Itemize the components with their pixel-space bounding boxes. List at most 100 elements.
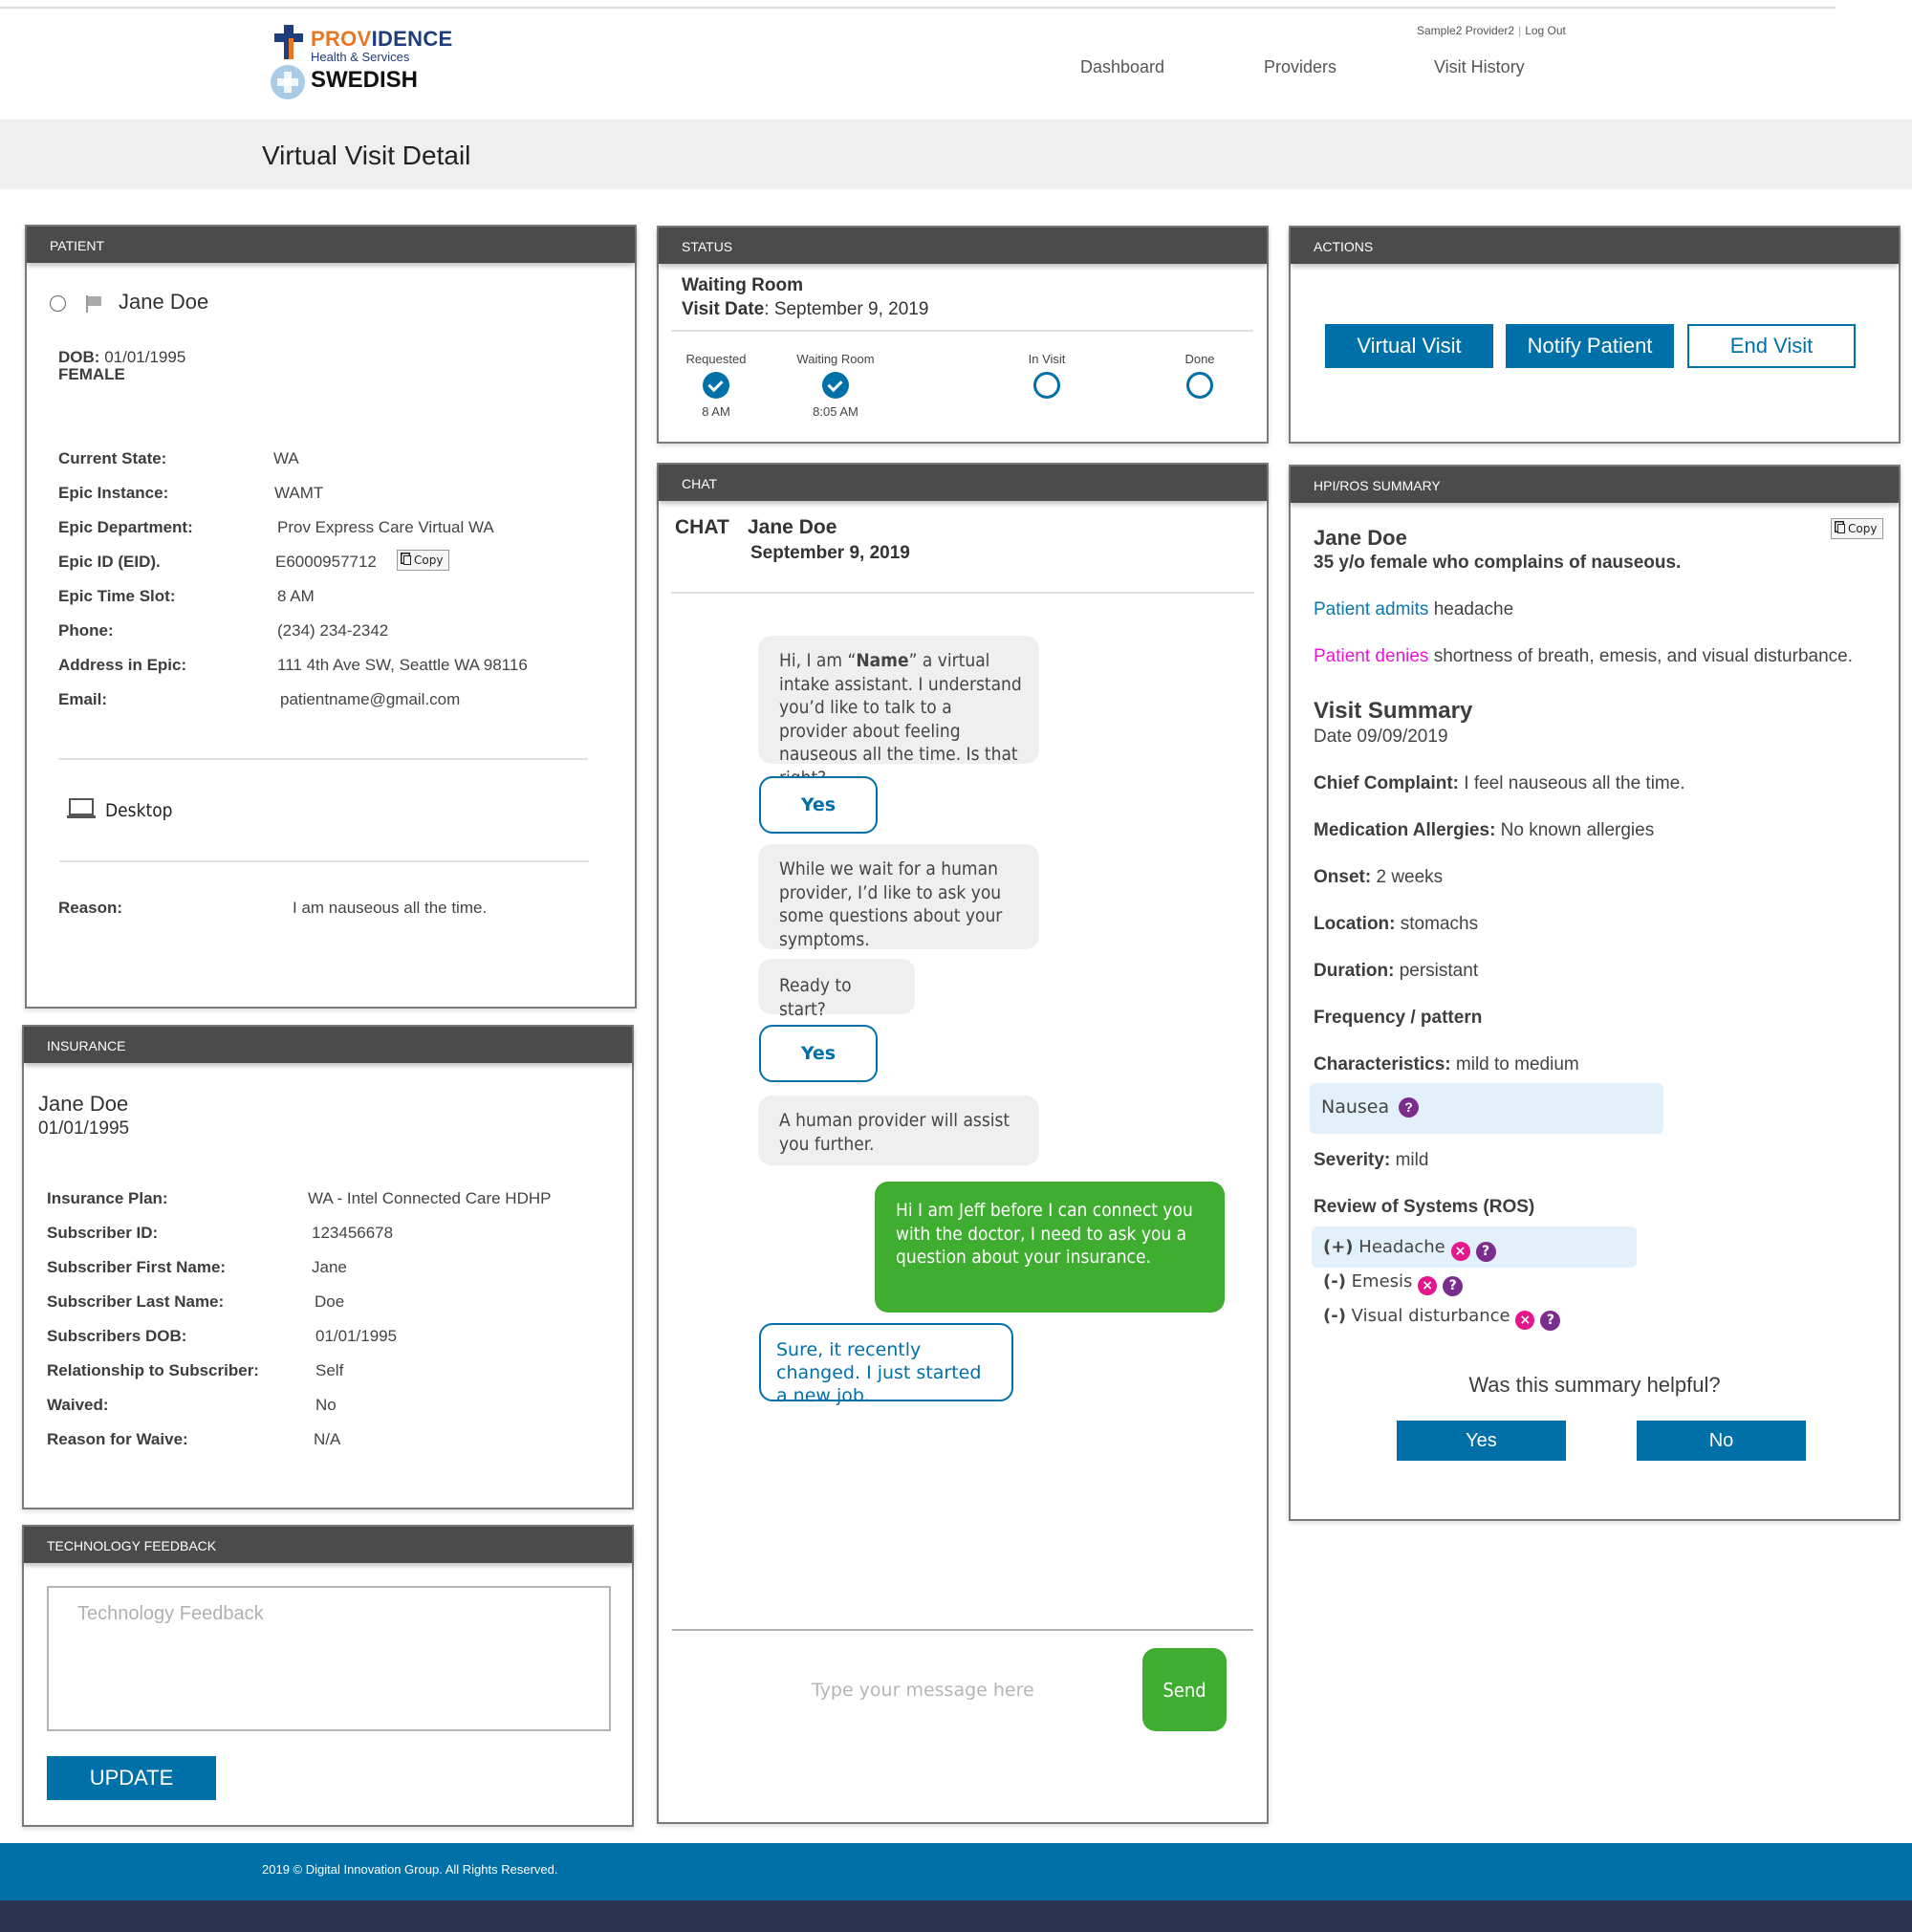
page-title: Virtual Visit Detail	[262, 141, 471, 170]
provider-message: Hi I am Jeff before I can connect you wi…	[875, 1182, 1225, 1313]
chat-date: September 9, 2019	[750, 543, 910, 563]
insured-identity: Jane Doe 01/01/1995	[38, 1092, 129, 1141]
divider	[671, 330, 1253, 332]
remove-icon[interactable]: ×	[1450, 1242, 1470, 1261]
remove-icon[interactable]: ×	[1515, 1311, 1535, 1330]
footer: 2019 © Digital Innovation Group. All Rig…	[0, 1843, 1912, 1900]
divider	[671, 592, 1254, 594]
insured-dob: 01/01/1995	[38, 1118, 130, 1139]
footer-bottom-bar	[0, 1900, 1912, 1932]
panel-header: CHAT	[659, 465, 1267, 501]
status-summary: Waiting Room Visit Date: September 9, 20…	[682, 273, 928, 321]
onset: Onset: 2 weeks	[1314, 867, 1444, 887]
divider	[672, 1629, 1253, 1631]
quick-reply-yes[interactable]: Yes	[759, 1025, 878, 1082]
nav-visit-history[interactable]: Visit History	[1434, 57, 1525, 77]
status-step-done: Done	[1133, 352, 1267, 404]
title-bar: Virtual Visit Detail	[0, 119, 1912, 189]
bot-message: Ready to start?	[758, 959, 915, 1020]
help-icon[interactable]: ?	[1399, 1097, 1419, 1118]
visit-date: Visit Date: September 9, 2019	[682, 299, 929, 319]
status-step-in-visit: In Visit	[980, 352, 1114, 404]
patient-admits: Patient admits headache	[1314, 599, 1514, 619]
patient-name: Jane Doe	[119, 290, 209, 314]
separator: |	[1518, 24, 1522, 37]
quick-reply-yes[interactable]: Yes	[759, 776, 878, 834]
copy-eid-button[interactable]: Copy	[397, 550, 450, 571]
duration: Duration: persistant	[1314, 961, 1479, 981]
help-icon[interactable]: ?	[1475, 1242, 1496, 1262]
divider	[59, 860, 589, 862]
remove-icon[interactable]: ×	[1418, 1276, 1438, 1295]
notify-patient-button[interactable]: Notify Patient	[1506, 324, 1674, 368]
hpi-summary: 35 y/o female who complains of nauseous.	[1314, 553, 1682, 573]
user-name[interactable]: Sample2 Provider2	[1417, 24, 1514, 37]
hpi-ros-summary-panel: HPI/ROS SUMMARY Copy Jane Doe 35 y/o fem…	[1289, 465, 1901, 1521]
swedish-emblem-icon	[271, 65, 305, 99]
helpful-no-button[interactable]: No	[1637, 1421, 1806, 1461]
patient-denies: Patient denies shortness of breath, emes…	[1314, 646, 1853, 666]
helpful-yes-button[interactable]: Yes	[1397, 1421, 1566, 1461]
check-circle-icon	[703, 372, 729, 399]
virtual-visit-button[interactable]: Virtual Visit	[1325, 324, 1493, 368]
dob-value: 01/01/1995	[104, 348, 186, 366]
severity: Severity: mild	[1314, 1150, 1429, 1170]
visit-summary-date: Date 09/09/2019	[1314, 727, 1448, 747]
current-status: Waiting Room	[682, 275, 803, 295]
help-icon[interactable]: ?	[1443, 1276, 1464, 1296]
status-step-requested: Requested 8 AM	[685, 352, 747, 419]
providence-cross-icon	[274, 25, 303, 59]
update-button[interactable]: UPDATE	[47, 1756, 216, 1800]
logo-subtitle: Health & Services	[311, 50, 410, 64]
copy-summary-button[interactable]: Copy	[1831, 518, 1884, 539]
ros-title: Review of Systems (ROS)	[1314, 1197, 1535, 1217]
check-circle-icon	[822, 372, 849, 399]
technology-feedback-panel: TECHNOLOGY FEEDBACK UPDATE	[22, 1525, 634, 1827]
flag-icon[interactable]	[84, 294, 103, 314]
bot-message: Hi, I am “Name” a virtual intake assista…	[758, 636, 1039, 789]
copy-icon	[403, 555, 411, 565]
frequency-pattern: Frequency / pattern	[1314, 1008, 1483, 1028]
sex-value: FEMALE	[58, 365, 125, 383]
copy-icon	[1837, 524, 1845, 533]
chat-heading: CHAT	[675, 516, 729, 538]
location: Location: stomachs	[1314, 914, 1479, 934]
providence-swedish-logo[interactable]: PROVIDENCE Health & Services SWEDISH	[271, 23, 481, 99]
help-icon[interactable]: ?	[1540, 1311, 1561, 1331]
status-panel: STATUS Waiting Room Visit Date: Septembe…	[657, 226, 1269, 444]
ros-item-emesis: (-) Emesis ×?	[1323, 1271, 1464, 1296]
panel-header: STATUS	[659, 228, 1267, 264]
laptop-icon	[67, 798, 96, 818]
send-button[interactable]: Send	[1142, 1648, 1227, 1731]
patient-panel: PATIENT Jane Doe DOB: 01/01/1995 FEMALE …	[25, 225, 637, 1009]
chat-message-input[interactable]	[812, 1671, 1137, 1709]
actions-panel: ACTIONS Virtual Visit Notify Patient End…	[1289, 226, 1901, 444]
bot-message: While we wait for a human provider, I’d …	[758, 844, 1039, 950]
panel-header: HPI/ROS SUMMARY	[1291, 467, 1899, 503]
panel-header: ACTIONS	[1291, 228, 1899, 264]
characteristics: Characteristics: mild to medium	[1314, 1054, 1579, 1075]
panel-header: TECHNOLOGY FEEDBACK	[24, 1527, 632, 1563]
bot-message: A human provider will assist you further…	[758, 1096, 1039, 1165]
end-visit-button[interactable]: End Visit	[1687, 324, 1856, 368]
logout-link[interactable]: Log Out	[1525, 24, 1566, 37]
patient-demographics: DOB: 01/01/1995 FEMALE	[58, 349, 185, 383]
chat-patient-name: Jane Doe	[748, 516, 837, 538]
insurance-panel: INSURANCE Jane Doe 01/01/1995 Insurance …	[22, 1025, 634, 1509]
dob-label: DOB:	[58, 348, 100, 366]
nav-dashboard[interactable]: Dashboard	[1080, 57, 1164, 77]
user-menu: Sample2 Provider2 | Log Out	[1417, 24, 1566, 37]
nav-providers[interactable]: Providers	[1264, 57, 1336, 77]
feedback-question: Was this summary helpful?	[1468, 1373, 1721, 1397]
logo-swedish-text: SWEDISH	[311, 67, 419, 93]
divider	[58, 758, 588, 760]
top-divider	[0, 7, 1836, 9]
select-radio[interactable]	[50, 295, 66, 312]
copyright: 2019 © Digital Innovation Group. All Rig…	[262, 1862, 558, 1877]
hpi-patient-name: Jane Doe	[1314, 526, 1407, 550]
device-type: Desktop	[105, 800, 173, 821]
chief-complaint: Chief Complaint: I feel nauseous all the…	[1314, 773, 1685, 793]
technology-feedback-input[interactable]	[47, 1586, 611, 1731]
empty-circle-icon	[1186, 372, 1213, 399]
empty-circle-icon	[1033, 372, 1060, 399]
